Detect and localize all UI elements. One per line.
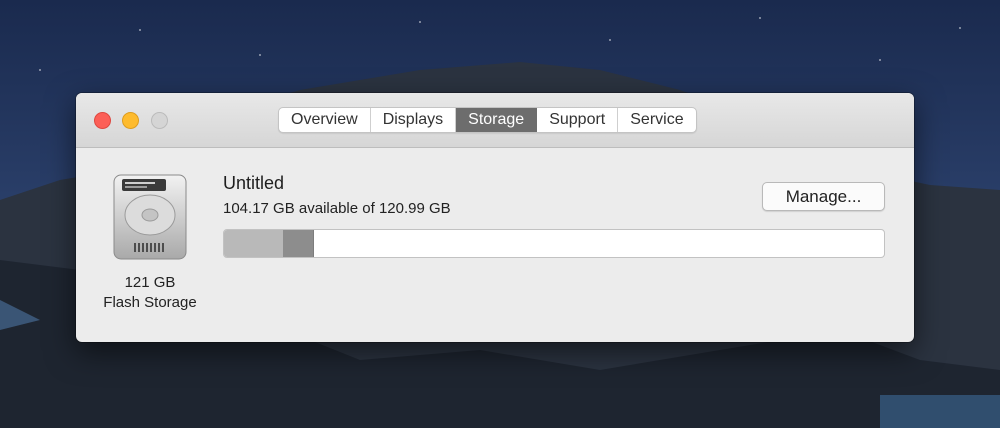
- tab-overview[interactable]: Overview: [279, 108, 371, 132]
- drive-type: Flash Storage: [103, 294, 197, 311]
- manage-button[interactable]: Manage...: [762, 182, 885, 211]
- minimize-button[interactable]: [122, 112, 139, 129]
- usage-segment-other[interactable]: [283, 230, 314, 257]
- tab-support[interactable]: Support: [537, 108, 619, 132]
- hard-drive-icon: [108, 173, 192, 261]
- volume-name: Untitled: [223, 173, 285, 193]
- title-bar[interactable]: Overview Displays Storage Support Servic…: [76, 93, 914, 148]
- about-this-mac-window: Overview Displays Storage Support Servic…: [76, 93, 914, 342]
- tab-displays[interactable]: Displays: [371, 108, 457, 132]
- storage-usage-bar[interactable]: [223, 229, 885, 258]
- storage-panel: 121 GB Flash Storage Untitled 104.17 GB …: [76, 149, 914, 342]
- close-button[interactable]: [94, 112, 111, 129]
- drive-capacity: 121 GB: [124, 274, 176, 291]
- zoom-button[interactable]: [151, 112, 168, 129]
- volume-available-text: 104.17 GB available of 120.99 GB: [223, 200, 451, 217]
- tab-service[interactable]: Service: [618, 108, 695, 132]
- tab-storage[interactable]: Storage: [456, 108, 538, 132]
- tab-bar: Overview Displays Storage Support Servic…: [278, 107, 697, 133]
- drive-caption: 121 GB Flash Storage: [84, 273, 216, 313]
- usage-segment-system[interactable]: [224, 230, 283, 257]
